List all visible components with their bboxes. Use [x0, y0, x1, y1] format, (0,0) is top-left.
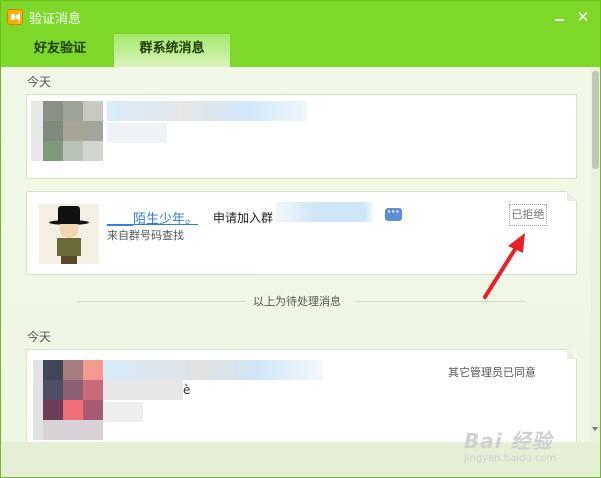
watermark-url: jingyan.baidu.com: [464, 453, 557, 464]
verification-message-window: 验证消息 ✕ 好友验证 群系统消息 今天 ____陌生少年。 申请加入群 ···…: [0, 0, 601, 478]
watermark-logo: Bai 经验: [464, 429, 553, 453]
baidu-watermark: Bai 经验 jingyan.baidu.com: [464, 425, 598, 475]
annotation-arrow: [483, 233, 525, 299]
